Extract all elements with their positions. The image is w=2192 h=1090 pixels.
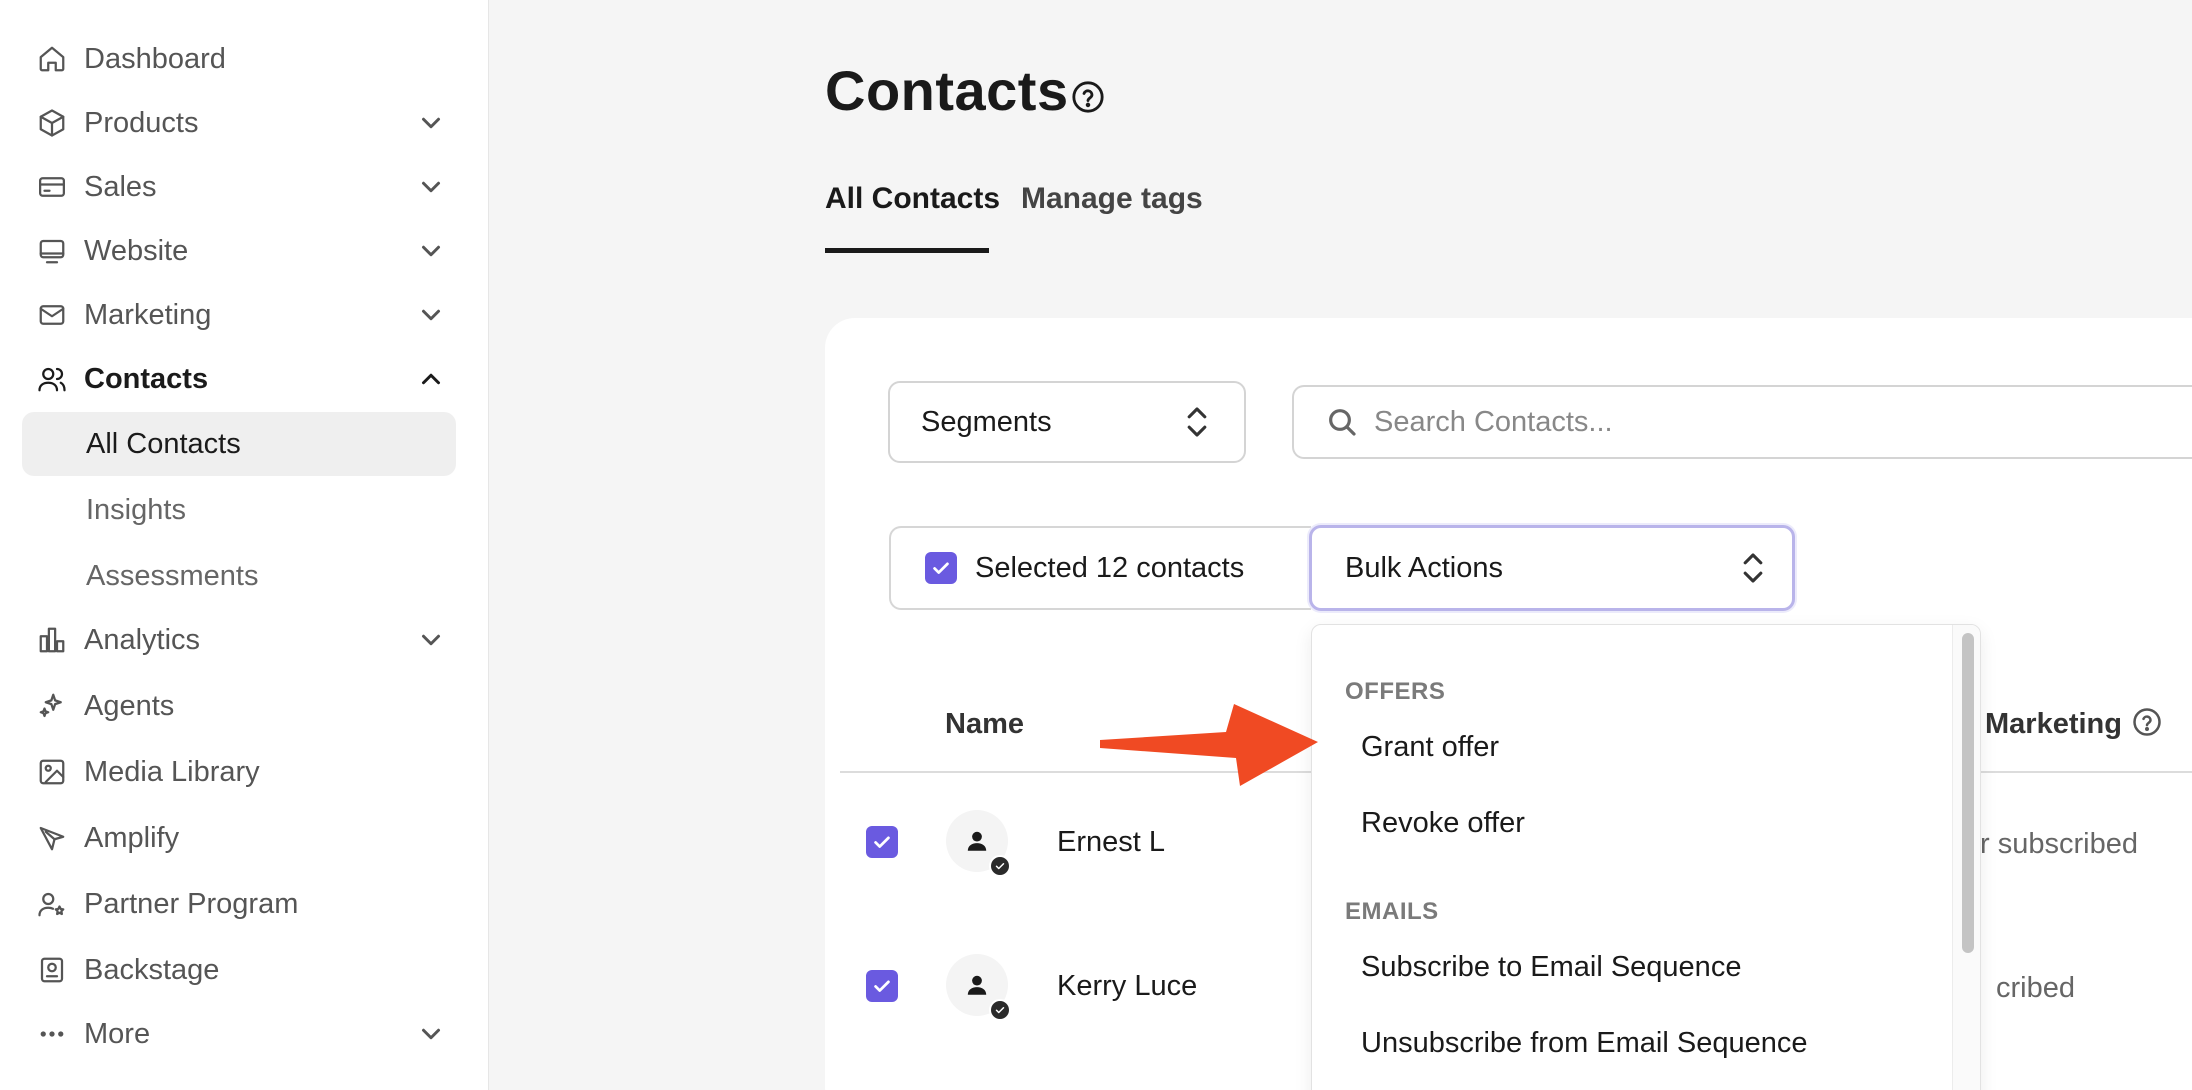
sidebar-item-label: Website (84, 234, 189, 267)
sidebar-item-sales[interactable]: Sales (22, 158, 456, 216)
menu-item-grant-offer[interactable]: Grant offer (1361, 731, 1499, 764)
sidebar-item-label: Sales (84, 170, 157, 203)
user-icon (967, 975, 987, 995)
sidebar-item-label: Contacts (84, 362, 209, 395)
users-icon (34, 361, 70, 397)
sidebar-item-more[interactable]: More (22, 1005, 456, 1063)
help-circle-icon[interactable] (1071, 80, 1105, 114)
search-input[interactable] (1374, 405, 2174, 439)
send-icon (34, 820, 70, 856)
column-header-marketing[interactable]: Marketing (1985, 708, 2122, 741)
chevron-down-icon[interactable] (416, 236, 446, 266)
segments-select[interactable]: Segments (888, 381, 1246, 463)
menu-item-unsubscribe-email-sequence[interactable]: Unsubscribe from Email Sequence (1361, 1027, 1807, 1060)
sidebar-item-label: Media Library (84, 755, 260, 788)
home-icon (34, 41, 70, 77)
monitor-icon (34, 233, 70, 269)
sparkles-icon (34, 688, 70, 724)
box-icon (34, 105, 70, 141)
sidebar-item-products[interactable]: Products (22, 94, 456, 152)
sidebar-item-agents[interactable]: Agents (22, 677, 456, 735)
search-field[interactable] (1292, 385, 2192, 459)
badge-icon (34, 952, 70, 988)
sidebar-item-label: Marketing (84, 298, 212, 331)
mail-icon (34, 297, 70, 333)
more-dots-icon (34, 1016, 70, 1052)
tab-manage-tags[interactable]: Manage tags (1021, 182, 1203, 216)
sidebar: Dashboard Products Sales Website Marketi… (0, 0, 489, 1090)
marketing-status: r subscribed (1980, 828, 2138, 860)
row-checkbox[interactable] (866, 826, 898, 858)
bar-chart-icon (34, 622, 70, 658)
menu-item-revoke-offer[interactable]: Revoke offer (1361, 807, 1525, 840)
menu-item-subscribe-email-sequence[interactable]: Subscribe to Email Sequence (1361, 951, 1741, 984)
sidebar-item-website[interactable]: Website (22, 222, 456, 280)
bulk-actions-select[interactable]: Bulk Actions (1309, 525, 1795, 611)
contact-name[interactable]: Kerry Luce (1057, 970, 1197, 1003)
verified-check-icon (989, 855, 1011, 877)
sidebar-item-amplify[interactable]: Amplify (22, 809, 456, 867)
menu-group-label-emails: EMAILS (1345, 898, 1439, 925)
sidebar-item-dashboard[interactable]: Dashboard (22, 30, 456, 88)
sidebar-item-label: More (84, 1017, 151, 1050)
annotation-arrow-icon (1100, 704, 1318, 786)
chevron-up-icon[interactable] (416, 364, 446, 394)
sidebar-item-label: Agents (84, 689, 175, 722)
segments-label: Segments (921, 405, 1052, 438)
active-tab-indicator (825, 248, 989, 253)
verified-check-icon (989, 999, 1011, 1021)
row-checkbox[interactable] (866, 970, 898, 1002)
user-star-icon (34, 886, 70, 922)
marketing-status: cribed (1996, 972, 2075, 1004)
select-all-control[interactable]: Selected 12 contacts (889, 526, 1311, 610)
chevron-down-icon[interactable] (416, 172, 446, 202)
sidebar-subitem-assessments[interactable]: Assessments (22, 544, 456, 608)
select-all-checkbox[interactable] (925, 552, 957, 584)
sidebar-item-label: Amplify (84, 821, 180, 854)
chevron-down-icon[interactable] (416, 1019, 446, 1049)
sidebar-item-partner-program[interactable]: Partner Program (22, 875, 456, 933)
contact-name[interactable]: Ernest L (1057, 826, 1165, 859)
chevron-up-down-icon (1740, 551, 1766, 585)
selected-count-label: Selected 12 contacts (975, 551, 1245, 584)
page-title: Contacts (825, 59, 1069, 122)
bulk-actions-label: Bulk Actions (1345, 551, 1503, 584)
tab-all-contacts[interactable]: All Contacts (825, 182, 1000, 216)
help-circle-icon[interactable] (2132, 707, 2162, 737)
chevron-down-icon[interactable] (416, 108, 446, 138)
search-icon (1326, 406, 1358, 438)
sidebar-subitem-label: Insights (86, 493, 186, 526)
sidebar-item-label: Analytics (84, 623, 201, 656)
sidebar-subitem-label: Assessments (86, 559, 259, 592)
user-icon (967, 831, 987, 851)
sidebar-subitem-insights[interactable]: Insights (22, 478, 456, 542)
sidebar-subitem-label: All Contacts (86, 427, 241, 460)
menu-scrollbar[interactable] (1952, 625, 1980, 1090)
sidebar-item-label: Products (84, 106, 199, 139)
sidebar-item-label: Partner Program (84, 887, 299, 920)
chevron-up-down-icon (1184, 405, 1210, 439)
sidebar-item-contacts[interactable]: Contacts (22, 350, 456, 408)
image-icon (34, 754, 70, 790)
sidebar-subitem-all-contacts[interactable]: All Contacts (22, 412, 456, 476)
sidebar-item-analytics[interactable]: Analytics (22, 611, 456, 669)
menu-scrollbar-thumb[interactable] (1962, 633, 1974, 953)
sidebar-item-label: Backstage (84, 953, 220, 986)
sidebar-item-label: Dashboard (84, 42, 226, 75)
chevron-down-icon[interactable] (416, 300, 446, 330)
sidebar-item-marketing[interactable]: Marketing (22, 286, 456, 344)
column-header-name[interactable]: Name (945, 708, 1024, 741)
bulk-actions-menu: OFFERS Grant offer Revoke offer EMAILS S… (1311, 624, 1981, 1090)
menu-group-label-offers: OFFERS (1345, 678, 1446, 705)
credit-card-icon (34, 169, 70, 205)
sidebar-item-media-library[interactable]: Media Library (22, 743, 456, 801)
chevron-down-icon[interactable] (416, 625, 446, 655)
sidebar-item-backstage[interactable]: Backstage (22, 941, 456, 999)
